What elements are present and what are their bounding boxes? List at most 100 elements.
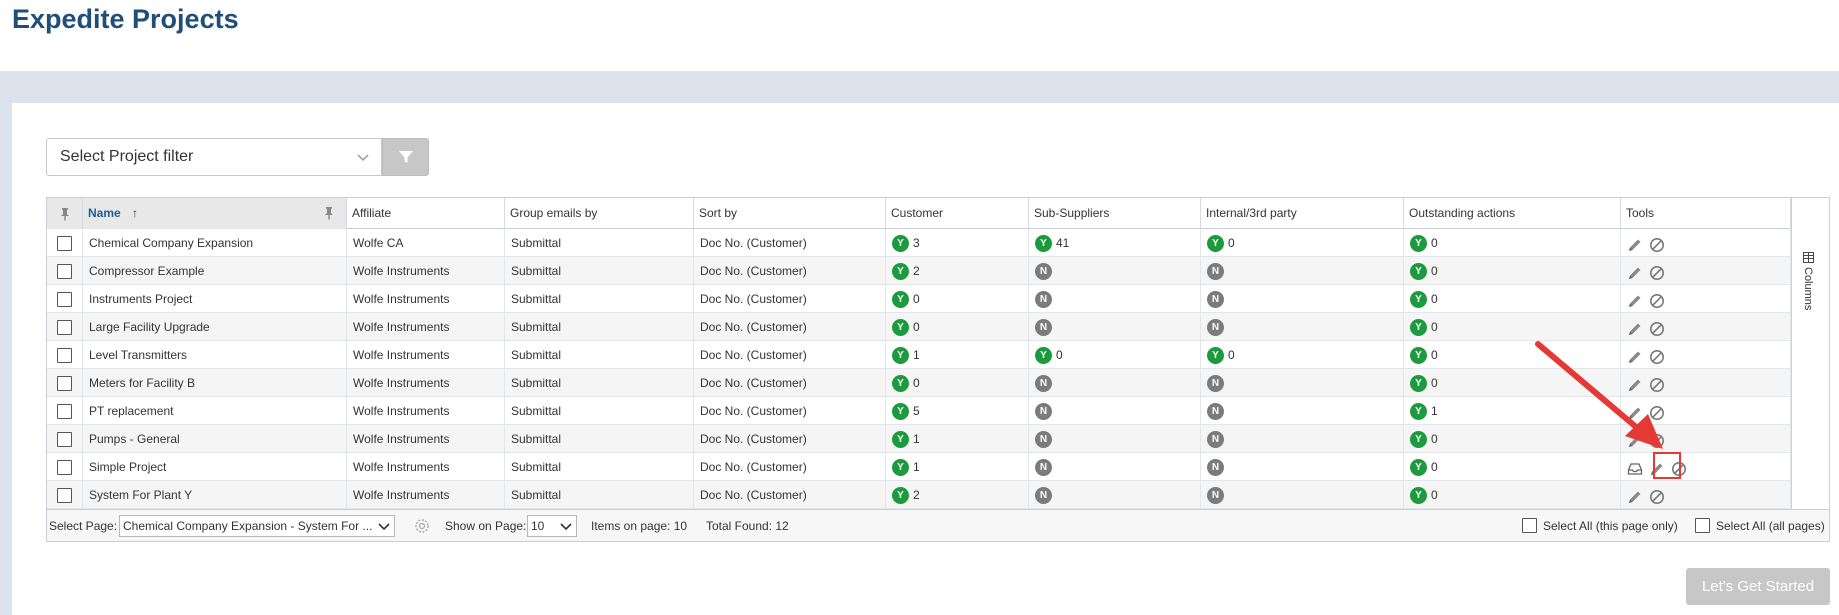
- status-badge: Y: [1410, 375, 1427, 393]
- status-badge: N: [1035, 319, 1052, 337]
- edit-pencil-icon[interactable]: [1627, 263, 1643, 279]
- project-filter: Select Project filter: [46, 138, 429, 176]
- cell-group: Submittal: [505, 313, 694, 341]
- page-size-dropdown[interactable]: 10: [527, 515, 577, 537]
- count-value: 0: [1431, 376, 1438, 390]
- columns-tab-label: Columns: [1802, 252, 1814, 310]
- select-page-dropdown[interactable]: Chemical Company Expansion - System For …: [119, 515, 395, 537]
- cell-internal: N: [1201, 453, 1404, 481]
- header-affiliate[interactable]: Affiliate: [347, 198, 505, 229]
- cell-outstanding: Y0: [1404, 453, 1621, 481]
- cell-customer: Y3: [886, 229, 1029, 257]
- inbox-icon[interactable]: [1627, 459, 1643, 475]
- edit-pencil-icon[interactable]: [1627, 291, 1643, 307]
- columns-tab[interactable]: Columns: [1791, 198, 1829, 541]
- table-row[interactable]: Instruments Project Wolfe Instruments Subm…: [47, 285, 1791, 313]
- edit-pencil-icon[interactable]: [1627, 487, 1643, 503]
- row-checkbox[interactable]: [57, 347, 72, 363]
- row-checkbox[interactable]: [57, 291, 72, 307]
- disable-icon[interactable]: [1649, 263, 1665, 280]
- header-outstanding[interactable]: Outstanding actions: [1404, 198, 1621, 229]
- table-row[interactable]: Compressor Example Wolfe Instruments Submi…: [47, 257, 1791, 285]
- row-tools: [1627, 229, 1790, 257]
- row-select-cell: [47, 481, 83, 509]
- row-checkbox[interactable]: [57, 319, 72, 335]
- chevron-down-icon: [560, 523, 572, 531]
- row-checkbox[interactable]: [57, 431, 72, 447]
- cell-group: Submittal: [505, 481, 694, 509]
- row-checkbox[interactable]: [57, 403, 72, 419]
- cell-internal: N: [1201, 369, 1404, 397]
- row-checkbox[interactable]: [57, 263, 72, 279]
- cell-internal: N: [1201, 425, 1404, 453]
- disable-icon[interactable]: [1649, 319, 1665, 336]
- header-customer[interactable]: Customer: [886, 198, 1029, 229]
- cell-sort: Doc No. (Customer): [694, 481, 886, 509]
- header-sort-by[interactable]: Sort by: [694, 198, 886, 229]
- pin-column-header[interactable]: [47, 198, 83, 229]
- row-tools: [1627, 481, 1790, 509]
- lets-get-started-button[interactable]: Let's Get Started: [1686, 568, 1830, 605]
- status-badge: N: [1207, 403, 1224, 421]
- header-sub-suppliers[interactable]: Sub-Suppliers: [1029, 198, 1201, 229]
- header-name[interactable]: Name ↑: [83, 198, 347, 229]
- status-badge: Y: [1410, 235, 1427, 253]
- cell-sub: N: [1029, 397, 1201, 425]
- cell-sort: Doc No. (Customer): [694, 341, 886, 369]
- status-badge: N: [1035, 375, 1052, 393]
- status-badge: Y: [892, 347, 909, 365]
- edit-pencil-icon[interactable]: [1627, 319, 1643, 335]
- cell-group: Submittal: [505, 425, 694, 453]
- select-all-page-checkbox[interactable]: [1522, 518, 1537, 533]
- cell-affiliate: Wolfe Instruments: [347, 397, 505, 425]
- pin-icon[interactable]: [322, 206, 336, 220]
- count-value: 41: [1056, 236, 1070, 250]
- select-all-pages-checkbox[interactable]: [1695, 518, 1710, 533]
- status-badge: N: [1207, 431, 1224, 449]
- status-badge: Y: [1410, 291, 1427, 309]
- header-group-emails[interactable]: Group emails by: [505, 198, 694, 229]
- table-row[interactable]: Simple Project Wolfe Instruments Submittal…: [47, 453, 1791, 481]
- count-value: 0: [1431, 236, 1438, 250]
- chevron-down-icon: [357, 154, 369, 162]
- row-select-cell: [47, 341, 83, 369]
- status-badge: N: [1035, 487, 1052, 505]
- cell-sub: N: [1029, 257, 1201, 285]
- cell-sort: Doc No. (Customer): [694, 229, 886, 257]
- status-badge: Y: [892, 375, 909, 393]
- count-value: 0: [1431, 264, 1438, 278]
- status-badge: Y: [892, 291, 909, 309]
- header-internal[interactable]: Internal/3rd party: [1201, 198, 1404, 229]
- disable-icon[interactable]: [1649, 291, 1665, 308]
- row-checkbox[interactable]: [57, 459, 72, 475]
- cell-sort: Doc No. (Customer): [694, 257, 886, 285]
- count-value: 0: [1431, 432, 1438, 446]
- cell-affiliate: Wolfe Instruments: [347, 453, 505, 481]
- status-badge: Y: [1410, 459, 1427, 477]
- select-page-label: Select Page:: [49, 519, 118, 533]
- status-badge: N: [1035, 403, 1052, 421]
- cell-outstanding: Y0: [1404, 257, 1621, 285]
- count-value: 3: [913, 236, 920, 250]
- status-badge: N: [1207, 459, 1224, 477]
- cell-internal: N: [1201, 481, 1404, 509]
- row-checkbox[interactable]: [57, 375, 72, 391]
- row-checkbox[interactable]: [57, 235, 72, 251]
- cell-customer: Y1: [886, 425, 1029, 453]
- row-checkbox[interactable]: [57, 487, 72, 503]
- edit-pencil-icon[interactable]: [1627, 235, 1643, 251]
- disable-icon[interactable]: [1649, 487, 1665, 504]
- project-filter-select[interactable]: Select Project filter: [46, 138, 382, 176]
- pin-icon: [60, 207, 69, 221]
- table-row[interactable]: Chemical Company Expansion Wolfe CA Submit…: [47, 229, 1791, 257]
- disable-icon[interactable]: [1649, 235, 1665, 252]
- cell-affiliate: Wolfe Instruments: [347, 425, 505, 453]
- count-value: 0: [1228, 348, 1235, 362]
- table-row[interactable]: System For Plant Y Wolfe Instruments Submi…: [47, 481, 1791, 509]
- cell-sub: N: [1029, 369, 1201, 397]
- status-badge: N: [1035, 263, 1052, 281]
- cell-group: Submittal: [505, 453, 694, 481]
- status-badge: N: [1035, 291, 1052, 309]
- filter-button[interactable]: [382, 138, 429, 176]
- refresh-icon[interactable]: [413, 517, 431, 535]
